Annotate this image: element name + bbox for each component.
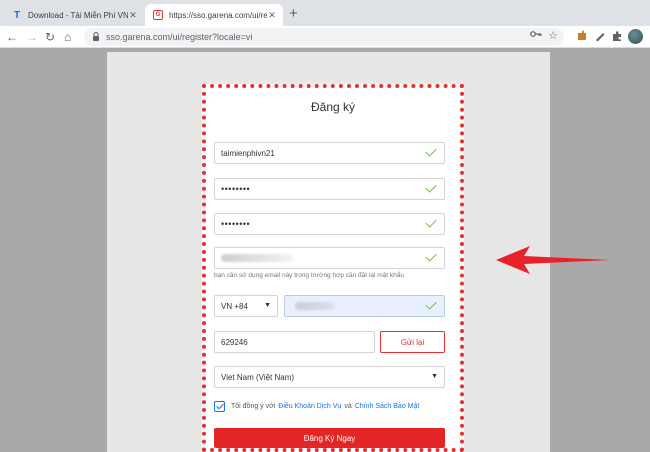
register-form: Đăng ký taimienphivn21 •••••••• ••••••••… xyxy=(202,84,464,452)
tab-title: https://sso.garena.com/ui/registe xyxy=(169,10,267,20)
check-icon xyxy=(425,181,437,193)
resend-button[interactable]: Gửi lại xyxy=(380,331,445,353)
verification-code-input[interactable]: 629246 xyxy=(214,331,375,353)
email-hint: bạn cần sử dụng email này trong trường h… xyxy=(214,272,404,279)
address-bar[interactable]: sso.garena.com/ui/register?locale=vi ☆ xyxy=(84,28,564,46)
verification-code-value: 629246 xyxy=(221,337,248,347)
agree-and: và xyxy=(344,402,352,410)
tab-favicon-icon: T xyxy=(13,9,21,21)
pen-icon[interactable] xyxy=(594,30,606,46)
agree-prefix: Tôi đồng ý với xyxy=(231,402,276,410)
country-code-select[interactable]: VN +84 ▼ xyxy=(214,295,278,317)
back-button[interactable]: ← xyxy=(6,29,18,45)
password-input[interactable]: •••••••• xyxy=(214,178,445,200)
page-title: Đăng ký xyxy=(310,100,356,114)
email-input[interactable] xyxy=(214,247,445,269)
lock-icon[interactable] xyxy=(92,31,100,43)
terms-link[interactable]: Điều Khoản Dịch Vụ xyxy=(278,403,341,410)
tab-strip: T Download - Tải Miễn Phí VN - Ph ✕ G ht… xyxy=(0,0,650,26)
confirm-password-input[interactable]: •••••••• xyxy=(214,213,445,235)
check-icon xyxy=(425,250,437,262)
forward-button[interactable]: → xyxy=(26,29,38,45)
confirm-password-value: •••••••• xyxy=(221,219,251,229)
star-icon[interactable]: ☆ xyxy=(548,29,558,42)
new-tab-button[interactable]: + xyxy=(289,6,298,22)
terms-agreement: Tôi đồng ý với Điều Khoản Dịch Vụ và Chí… xyxy=(214,400,422,412)
annotation-arrow-icon xyxy=(496,246,610,274)
password-value: •••••••• xyxy=(221,184,251,194)
tab-download[interactable]: T Download - Tải Miễn Phí VN - Ph ✕ xyxy=(4,4,144,26)
blurred-email xyxy=(221,254,293,262)
home-button[interactable]: ⌂ xyxy=(64,29,71,45)
close-icon[interactable]: ✕ xyxy=(267,10,277,21)
tab-garena-register[interactable]: G https://sso.garena.com/ui/registe ✕ xyxy=(145,4,283,26)
register-button[interactable]: Đăng Ký Ngay xyxy=(214,428,445,448)
check-icon xyxy=(425,216,437,228)
blurred-phone xyxy=(295,302,335,310)
tab-title: Download - Tải Miễn Phí VN - Ph xyxy=(28,10,128,20)
chevron-down-icon: ▼ xyxy=(431,373,438,380)
browser-toolbar: ← → ↻ ⌂ sso.garena.com/ui/register?local… xyxy=(0,26,650,48)
privacy-link[interactable]: Chính Sách Bảo Mật xyxy=(355,403,420,410)
tab-favicon-icon: G xyxy=(153,10,163,20)
check-icon xyxy=(425,145,437,157)
url-text[interactable]: sso.garena.com/ui/register?locale=vi xyxy=(106,32,252,42)
username-input[interactable]: taimienphivn21 xyxy=(214,142,445,164)
close-icon[interactable]: ✕ xyxy=(128,10,138,21)
puzzle-extension-icon[interactable] xyxy=(576,30,588,46)
agree-checkbox[interactable] xyxy=(214,400,225,412)
key-icon[interactable] xyxy=(530,30,542,40)
chevron-down-icon: ▼ xyxy=(264,302,271,309)
country-select[interactable]: Viet Nam (Việt Nam) ▼ xyxy=(214,366,445,388)
country-code-value: VN +84 xyxy=(221,301,248,311)
reload-button[interactable]: ↻ xyxy=(45,29,55,45)
phone-input[interactable] xyxy=(284,295,445,317)
extensions-icon[interactable] xyxy=(611,30,623,46)
username-value: taimienphivn21 xyxy=(221,148,275,158)
avatar[interactable] xyxy=(628,29,643,44)
check-icon xyxy=(425,298,437,310)
country-value: Viet Nam (Việt Nam) xyxy=(221,372,295,382)
